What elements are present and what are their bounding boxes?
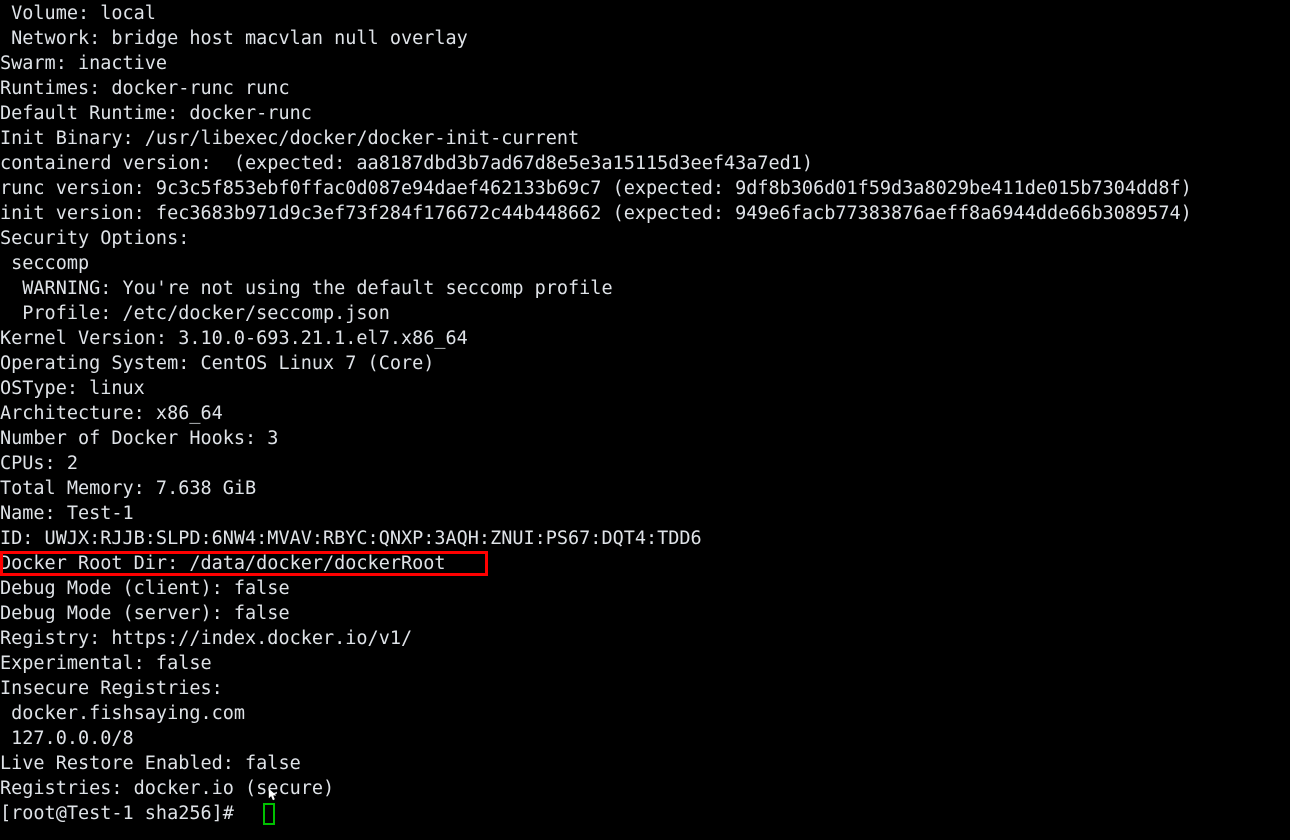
- terminal-line: Number of Docker Hooks: 3: [0, 428, 279, 449]
- terminal-line: containerd version: (expected: aa8187dbd…: [0, 153, 814, 174]
- terminal-line: Operating System: CentOS Linux 7 (Core): [0, 353, 435, 374]
- terminal-line: OSType: linux: [0, 378, 145, 399]
- terminal-output: Volume: local Network: bridge host macvl…: [0, 1, 1290, 826]
- terminal-line: Name: Test-1: [0, 503, 134, 524]
- terminal-line: 127.0.0.0/8: [0, 728, 134, 749]
- terminal-line: Live Restore Enabled: false: [0, 753, 301, 774]
- terminal-line: Security Options:: [0, 228, 190, 249]
- terminal-line: Docker Root Dir: /data/docker/dockerRoot: [0, 553, 446, 574]
- terminal-line: Profile: /etc/docker/seccomp.json: [0, 303, 390, 324]
- terminal-window[interactable]: Volume: local Network: bridge host macvl…: [0, 0, 1290, 840]
- terminal-line: Network: bridge host macvlan null overla…: [0, 28, 468, 49]
- terminal-line: Volume: local: [0, 3, 156, 24]
- terminal-line: runc version: 9c3c5f853ebf0ffac0d087e94d…: [0, 178, 1192, 199]
- terminal-line: docker.fishsaying.com: [0, 703, 246, 724]
- terminal-line: Architecture: x86_64: [0, 403, 223, 424]
- terminal-line: Runtimes: docker-runc runc: [0, 78, 290, 99]
- terminal-line: WARNING: You're not using the default se…: [0, 278, 613, 299]
- terminal-line: Registry: https://index.docker.io/v1/: [0, 628, 413, 649]
- mouse-pointer-icon: [268, 789, 277, 801]
- terminal-line: Default Runtime: docker-runc: [0, 103, 312, 124]
- terminal-line: Init Binary: /usr/libexec/docker/docker-…: [0, 128, 580, 149]
- terminal-line: Kernel Version: 3.10.0-693.21.1.el7.x86_…: [0, 328, 468, 349]
- terminal-line: Debug Mode (client): false: [0, 578, 290, 599]
- terminal-line: Swarm: inactive: [0, 53, 168, 74]
- terminal-line: Experimental: false: [0, 653, 212, 674]
- terminal-cursor: [263, 803, 275, 825]
- terminal-line: seccomp: [0, 253, 90, 274]
- terminal-line: Debug Mode (server): false: [0, 603, 290, 624]
- terminal-line: ID: UWJX:RJJB:SLPD:6NW4:MVAV:RBYC:QNXP:3…: [0, 528, 702, 549]
- terminal-line: Registries: docker.io (secure): [0, 778, 335, 799]
- terminal-line: CPUs: 2: [0, 453, 78, 474]
- terminal-line: Insecure Registries:: [0, 678, 223, 699]
- terminal-line: init version: fec3683b971d9c3ef73f284f17…: [0, 203, 1192, 224]
- terminal-line: Total Memory: 7.638 GiB: [0, 478, 257, 499]
- terminal-line: [root@Test-1 sha256]#: [0, 803, 246, 824]
